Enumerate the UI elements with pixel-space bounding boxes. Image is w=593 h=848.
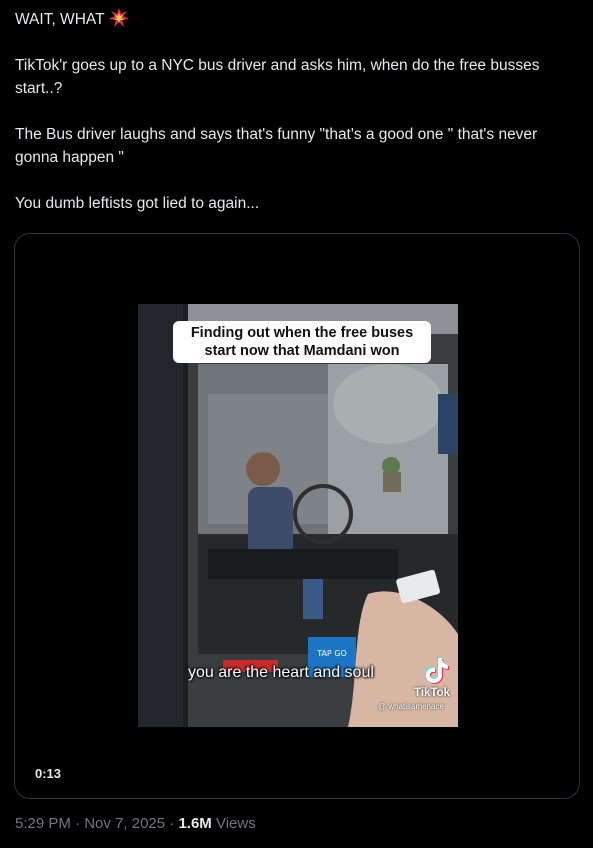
tweet-text: WAIT, WHAT TikTok'r goes up to a NYC bus… bbox=[15, 8, 575, 215]
tweet-paragraph-4: You dumb leftists got lied to again... bbox=[15, 195, 260, 212]
tweet-date[interactable]: Nov 7, 2025 bbox=[84, 815, 165, 832]
meta-separator: · bbox=[70, 815, 85, 832]
video-duration-badge: 0:13 bbox=[30, 764, 67, 783]
tweet-meta: 5:29 PM · Nov 7, 2025 · 1.6M Views bbox=[15, 815, 256, 832]
video-frame[interactable]: TAP GO Finding out when the free buses s… bbox=[138, 304, 458, 727]
tiktok-logo-icon bbox=[425, 657, 449, 684]
tweet-paragraph-2: TikTok'r goes up to a NYC bus driver and… bbox=[15, 57, 540, 97]
meta-separator: · bbox=[165, 815, 179, 832]
tweet-line-1: WAIT, WHAT bbox=[15, 8, 575, 31]
views-count: 1.6M bbox=[178, 815, 212, 832]
video-subtitle: you are the heart and soul bbox=[188, 664, 374, 681]
video-caption: Finding out when the free buses start no… bbox=[173, 321, 431, 363]
tiktok-handle: @ whatisamenace bbox=[378, 702, 444, 711]
tweet-headline: WAIT, WHAT bbox=[15, 11, 105, 28]
tap-sign-text: TAP GO bbox=[316, 649, 347, 658]
tiktok-brand-label: TikTok bbox=[414, 687, 450, 699]
views-label: Views bbox=[211, 815, 256, 832]
tweet-time[interactable]: 5:29 PM bbox=[15, 815, 71, 832]
collision-icon bbox=[108, 8, 129, 27]
video-player[interactable]: TAP GO Finding out when the free buses s… bbox=[14, 233, 580, 799]
tweet-paragraph-3: The Bus driver laughs and says that's fu… bbox=[15, 126, 538, 166]
